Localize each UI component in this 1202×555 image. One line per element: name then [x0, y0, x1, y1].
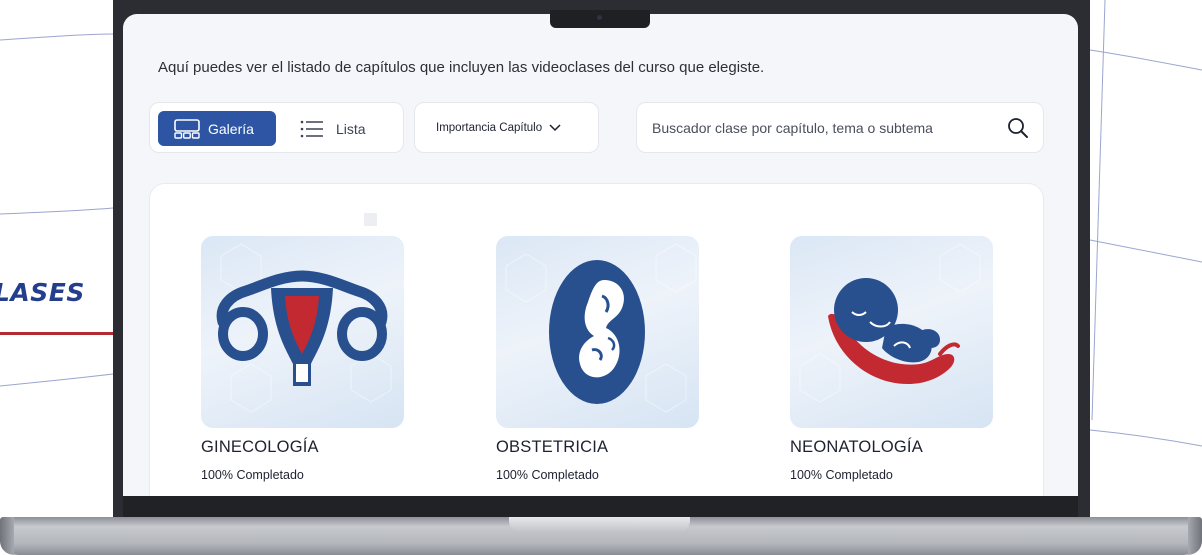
screen: Aquí puedes ver el listado de capítulos … [123, 14, 1078, 496]
chapter-title: NEONATOLOGÍA [790, 438, 923, 456]
chapter-title: OBSTETRICIA [496, 438, 609, 456]
chevron-down-icon [549, 123, 561, 131]
view-toggle: Galería Lista [149, 102, 404, 153]
chapter-card[interactable]: OBSTETRICIA 100% Completado [496, 236, 701, 482]
chapter-title: GINECOLOGÍA [201, 438, 319, 456]
camera-notch [550, 10, 650, 28]
chapter-progress: 100% Completado [790, 468, 893, 482]
chapter-progress: 100% Completado [496, 468, 599, 482]
chapter-image [790, 236, 993, 428]
chapter-card[interactable]: NEONATOLOGÍA 100% Completado [790, 236, 995, 482]
chapter-progress: 100% Completado [201, 468, 304, 482]
search-box [636, 102, 1044, 153]
chapter-image [496, 236, 699, 428]
grid-icon [174, 118, 200, 139]
list-view-button[interactable]: Lista [300, 111, 390, 146]
intro-text: Aquí puedes ver el listado de capítulos … [158, 59, 765, 76]
sort-dropdown[interactable]: Importancia Capítulo [414, 102, 599, 153]
sort-label: Importancia Capítulo [436, 121, 543, 134]
laptop-base-left [0, 517, 14, 555]
newborn-icon [799, 243, 981, 403]
chapters-panel: GINECOLOGÍA 100% Completado OBSTETRICIA … [149, 183, 1044, 496]
laptop-base-notch [509, 517, 690, 531]
search-input[interactable] [652, 115, 987, 141]
gallery-label: Galería [208, 120, 254, 137]
gallery-view-button[interactable]: Galería [158, 111, 276, 146]
list-label: Lista [336, 120, 366, 137]
section-title: LASES [0, 278, 85, 307]
fetus-icon [505, 243, 697, 413]
list-icon [300, 120, 323, 137]
search-icon[interactable] [1007, 117, 1029, 139]
decorative-square [364, 213, 377, 226]
chapter-card[interactable]: GINECOLOGÍA 100% Completado [201, 236, 406, 482]
camera-icon [597, 15, 602, 20]
uterus-icon [216, 243, 392, 413]
chapter-image [201, 236, 404, 428]
